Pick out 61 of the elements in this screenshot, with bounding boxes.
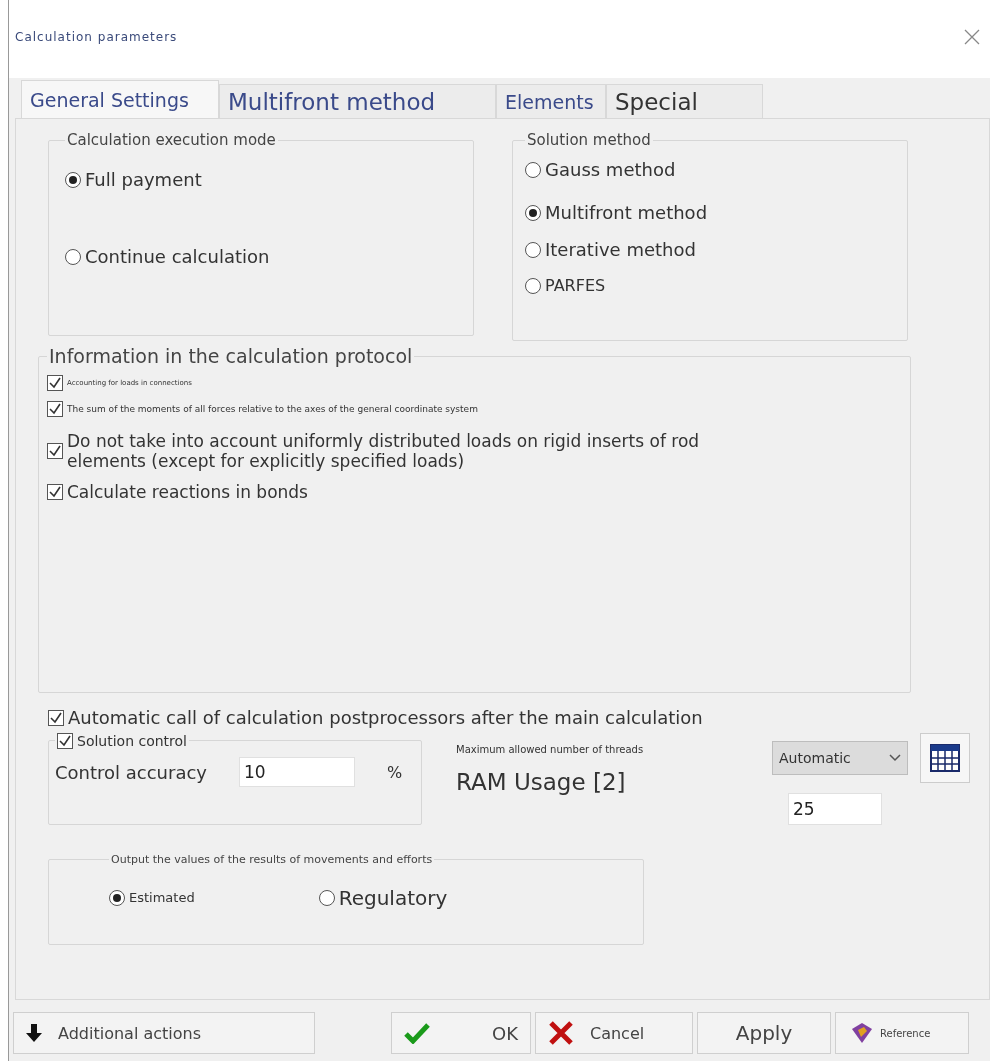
dialog-button[interactable]: Additional actions bbox=[13, 1012, 315, 1054]
radio-button[interactable] bbox=[525, 204, 541, 221]
radio-label: Continue calculation bbox=[85, 246, 270, 267]
dialog-button[interactable]: Reference bbox=[835, 1012, 969, 1054]
tab[interactable]: General Settings bbox=[21, 80, 219, 118]
checkbox[interactable] bbox=[48, 709, 64, 726]
checkmark-icon bbox=[49, 377, 61, 389]
unit-label: % bbox=[387, 762, 403, 782]
checkmark-icon bbox=[59, 735, 71, 747]
threads-label: Maximum allowed number of threads bbox=[456, 742, 645, 757]
dialog-button[interactable]: Apply bbox=[697, 1012, 831, 1054]
checkmark-icon bbox=[49, 445, 61, 458]
checkmark-icon bbox=[50, 711, 62, 724]
tab[interactable]: Special bbox=[606, 84, 763, 118]
radio-label: Multifront method bbox=[545, 202, 708, 223]
radio-label: Full payment bbox=[85, 169, 202, 190]
window-title: Calculation parameters bbox=[15, 30, 178, 44]
radio-button[interactable] bbox=[525, 241, 541, 258]
checkbox[interactable] bbox=[47, 483, 63, 500]
radio-button[interactable] bbox=[525, 161, 541, 178]
ram-input[interactable]: 25 bbox=[788, 792, 882, 825]
dialog-button[interactable]: OK bbox=[391, 1012, 531, 1054]
cross-icon bbox=[548, 1020, 574, 1046]
group-title: Solution method bbox=[526, 131, 652, 149]
group-title: Information in the calculation protocol bbox=[48, 345, 414, 367]
ram-label: RAM Usage [2] bbox=[456, 768, 627, 797]
table-icon bbox=[930, 743, 960, 772]
close-icon[interactable] bbox=[964, 29, 980, 45]
radio-button[interactable] bbox=[65, 248, 81, 265]
checkbox[interactable] bbox=[47, 375, 63, 391]
radio-button[interactable] bbox=[318, 889, 335, 906]
table-button[interactable] bbox=[920, 732, 970, 783]
checkbox-label: Solution control bbox=[77, 732, 187, 750]
accuracy-input[interactable]: 10 bbox=[239, 757, 355, 788]
radio-button[interactable] bbox=[109, 889, 125, 906]
checkbox[interactable] bbox=[47, 401, 63, 417]
checkmark-icon bbox=[49, 485, 61, 498]
checkbox[interactable] bbox=[57, 733, 73, 749]
threads-dropdown[interactable]: Automatic bbox=[772, 740, 908, 775]
field-label: Control accuracy bbox=[55, 761, 207, 784]
checkbox-label: The sum of the moments of all forces relative to the axes of the general coordinate system bbox=[67, 403, 478, 415]
checkbox-label: Calculate reactions in bonds bbox=[67, 481, 308, 503]
radio-button[interactable] bbox=[525, 277, 541, 294]
radio-label: Gauss method bbox=[545, 159, 676, 180]
dialog-button[interactable]: Cancel bbox=[535, 1012, 693, 1054]
arrow-down-icon bbox=[26, 1024, 42, 1042]
tab[interactable]: Multifront method bbox=[219, 84, 496, 118]
radio-label: Iterative method bbox=[545, 239, 696, 260]
radio-label: PARFES bbox=[545, 276, 606, 295]
checkbox-label: Automatic call of calculation postprocessors after the main calculation bbox=[68, 707, 703, 729]
group-title: Calculation execution mode bbox=[66, 131, 277, 149]
radio-button[interactable] bbox=[65, 171, 81, 188]
radio-label: Regulatory bbox=[338, 885, 448, 910]
tab[interactable]: Elements bbox=[496, 84, 606, 118]
checkbox[interactable] bbox=[47, 443, 63, 460]
checkmark-icon bbox=[49, 403, 61, 415]
checkmark-icon bbox=[404, 1022, 430, 1044]
radio-label: Estimated bbox=[129, 890, 195, 906]
group-title: Output the values of the results of movements and efforts bbox=[110, 852, 434, 866]
chevron-down-icon bbox=[889, 753, 901, 762]
checkbox-label: Do not take into account uniformly distributed loads on rigid inserts of rod elements (except for explicitly specified loads) bbox=[67, 431, 701, 472]
